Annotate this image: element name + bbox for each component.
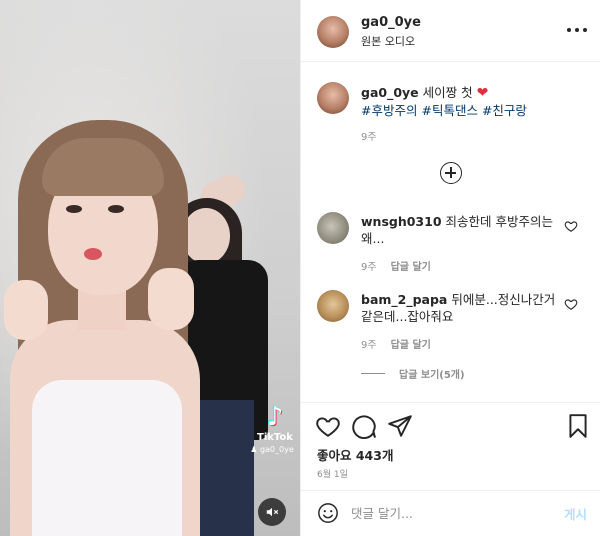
comment-username-link[interactable]: wnsgh0310 xyxy=(361,214,442,229)
heart-icon[interactable] xyxy=(564,219,578,233)
heart-emoji: ❤ xyxy=(476,85,489,101)
post-comment-button[interactable]: 게시 xyxy=(564,504,587,523)
list-item: bam_2_papa 뒤에분...정신나간거 같은데...잡아줘요 xyxy=(361,291,566,325)
video-figure-part xyxy=(84,248,102,260)
post-actions: 좋아요 443개 6월 1일 xyxy=(301,402,600,497)
view-replies-label: 답글 보기(5개) xyxy=(399,370,465,381)
caption-timestamp[interactable]: 9주 xyxy=(361,128,377,143)
header-username-link[interactable]: ga0_0ye xyxy=(361,15,421,30)
post-caption: ga0_0ye 세이짱 첫 ❤ #후방주의 #틱톡댄스 #친구랑 xyxy=(361,84,586,119)
heart-icon[interactable] xyxy=(564,297,578,311)
likes-count[interactable]: 좋아요 443개 xyxy=(317,445,393,464)
bookmark-icon[interactable] xyxy=(565,413,591,439)
avatar[interactable] xyxy=(317,16,349,48)
caption-text: 세이짱 첫 xyxy=(422,85,473,100)
video-figure-part xyxy=(42,138,164,196)
tiktok-brand-text: TikTok xyxy=(257,432,293,443)
comment-meta: 9주 답글 달기 xyxy=(361,258,431,273)
comment-input[interactable] xyxy=(351,500,541,526)
view-replies-button[interactable]: 답글 보기(5개) xyxy=(361,366,465,381)
add-comment-bar: 게시 xyxy=(301,490,600,536)
post-date[interactable]: 6월 1일 xyxy=(317,467,348,480)
video-figure-part xyxy=(182,208,230,264)
heart-icon[interactable] xyxy=(315,413,341,439)
post-header: ga0_0ye 원본 오디오 xyxy=(301,0,600,62)
video-figure-part xyxy=(78,290,126,330)
divider xyxy=(361,373,385,374)
comment-username-link[interactable]: bam_2_papa xyxy=(361,292,447,307)
video-figure-part xyxy=(4,280,48,340)
avatar[interactable] xyxy=(317,82,349,114)
hashtag-link[interactable]: #틱톡댄스 xyxy=(421,103,477,118)
video-figure-part xyxy=(198,400,254,536)
speaker-muted-icon xyxy=(266,507,279,517)
post-media-video[interactable]: ♪ TikTok ♟ ga0_0ye xyxy=(0,0,300,536)
share-icon[interactable] xyxy=(387,413,413,439)
more-options-icon[interactable] xyxy=(567,22,587,38)
load-more-comments-button[interactable] xyxy=(440,162,462,184)
list-item: wnsgh0310 죄송한데 후방주의는 왜... xyxy=(361,213,566,247)
caption-hashtags: #후방주의 #틱톡댄스 #친구랑 xyxy=(361,103,527,118)
emoji-smile-icon[interactable] xyxy=(317,502,339,524)
post-side-panel: ga0_0ye 원본 오디오 ga0_0ye 세이짱 첫 ❤ #후방주의 #틱톡… xyxy=(300,0,600,536)
reply-button[interactable]: 답글 달기 xyxy=(391,336,431,351)
video-figure-part xyxy=(32,380,182,536)
original-audio-link[interactable]: 원본 오디오 xyxy=(361,33,415,49)
avatar[interactable] xyxy=(317,212,349,244)
tiktok-watermark: ♪ TikTok ♟ ga0_0ye xyxy=(250,402,298,454)
tiktok-handle-text: ga0_0ye xyxy=(259,445,294,454)
avatar[interactable] xyxy=(317,290,349,322)
reply-button[interactable]: 답글 달기 xyxy=(391,258,431,273)
comment-meta: 9주 답글 달기 xyxy=(361,336,431,351)
hashtag-link[interactable]: #친구랑 xyxy=(482,103,527,118)
user-icon: ♟ xyxy=(250,445,258,454)
video-figure-part xyxy=(66,205,82,213)
tiktok-logo-icon: ♪ xyxy=(266,402,284,432)
hashtag-link[interactable]: #후방주의 xyxy=(361,103,417,118)
caption-username-link[interactable]: ga0_0ye xyxy=(361,85,419,100)
mute-toggle-button[interactable] xyxy=(258,498,286,526)
comment-icon[interactable] xyxy=(351,413,377,439)
video-figure-part xyxy=(108,205,124,213)
tiktok-handle: ♟ ga0_0ye xyxy=(246,445,298,454)
video-figure-part xyxy=(148,268,194,330)
comment-timestamp[interactable]: 9주 xyxy=(361,258,377,273)
comment-timestamp[interactable]: 9주 xyxy=(361,336,377,351)
